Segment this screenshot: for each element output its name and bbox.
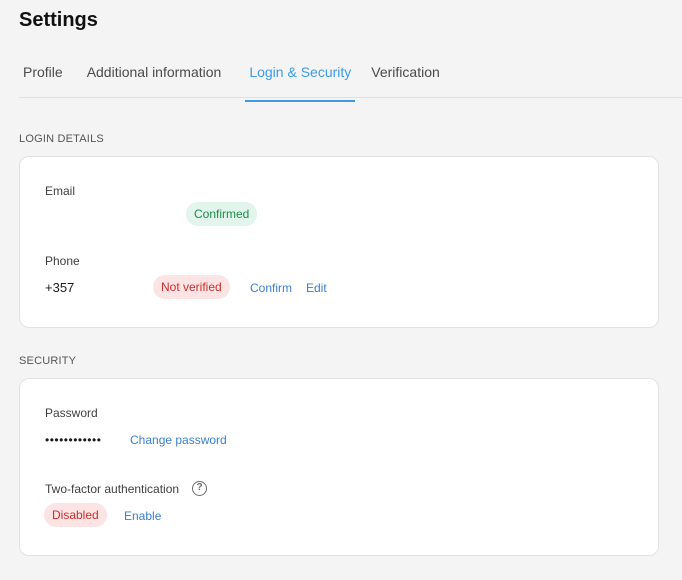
page-title: Settings bbox=[19, 9, 98, 31]
password-value: •••••••••••• bbox=[45, 433, 102, 447]
edit-phone-link[interactable]: Edit bbox=[306, 281, 327, 295]
confirm-phone-link[interactable]: Confirm bbox=[250, 281, 292, 295]
two-factor-label: Two-factor authentication bbox=[45, 482, 180, 496]
two-factor-status-badge: Disabled bbox=[44, 503, 107, 527]
settings-page: Settings Profile Additional information … bbox=[0, 0, 682, 580]
email-label: Email bbox=[45, 184, 76, 198]
phone-status-badge: Not verified bbox=[153, 275, 230, 299]
login-details-card: Email Confirmed Phone +357 Not verified … bbox=[19, 156, 659, 328]
tab-profile[interactable]: Profile bbox=[19, 52, 67, 97]
security-heading: SECURITY bbox=[19, 355, 77, 367]
password-label: Password bbox=[45, 406, 98, 420]
help-icon[interactable]: ? bbox=[192, 481, 207, 496]
login-details-heading: LOGIN DETAILS bbox=[19, 133, 104, 145]
tab-verification[interactable]: Verification bbox=[367, 52, 443, 97]
tab-bar: Profile Additional information Login & S… bbox=[19, 52, 682, 102]
tab-login-security[interactable]: Login & Security bbox=[245, 52, 356, 102]
security-card: Password •••••••••••• Change password Tw… bbox=[19, 378, 659, 556]
phone-value: +357 bbox=[45, 280, 75, 295]
phone-label: Phone bbox=[45, 254, 80, 268]
enable-two-factor-link[interactable]: Enable bbox=[124, 509, 161, 523]
email-status-badge: Confirmed bbox=[186, 202, 258, 226]
tab-additional-information[interactable]: Additional information bbox=[83, 52, 226, 97]
change-password-link[interactable]: Change password bbox=[130, 433, 227, 447]
